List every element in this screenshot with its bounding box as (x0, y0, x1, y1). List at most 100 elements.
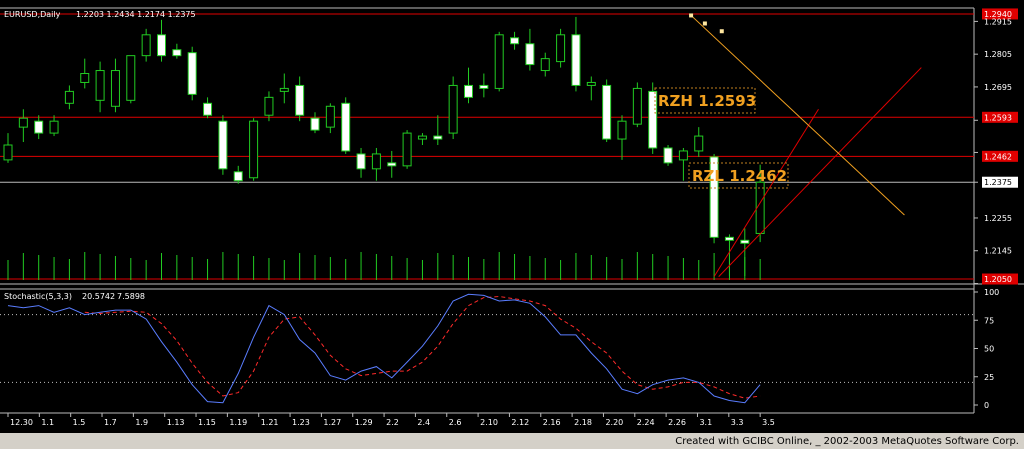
candle-body-14 (218, 120, 228, 170)
eurusd-chart: RZH 1.2593RZL 1.2462 1.29401.25931.24621… (0, 0, 1024, 449)
candle-39 (602, 79, 612, 143)
annotation-label-1: RZL 1.2462 (692, 167, 787, 185)
candle-41 (632, 82, 642, 128)
candle-body-24 (371, 153, 381, 170)
date-label-12: 2.2 (386, 418, 399, 427)
stochastic-tick-label-4: 0 (984, 401, 989, 410)
candle-body-40 (617, 120, 627, 140)
annotation-label-0: RZH 1.2593 (658, 92, 756, 110)
level-tag-label-1: 1.2593 (984, 113, 1012, 122)
candle-12 (187, 46, 197, 101)
stochastic-tick-label-0: 100 (984, 288, 999, 297)
candle-8 (126, 55, 136, 104)
candle-body-20 (310, 117, 320, 131)
candle-body-35 (540, 58, 550, 72)
date-label-16: 2.12 (511, 418, 529, 427)
candle-43 (663, 145, 673, 166)
level-tag-label-3: 1.2375 (984, 178, 1012, 187)
candle-body-7 (110, 70, 120, 107)
date-label-8: 1.21 (261, 418, 279, 427)
candle-body-3 (49, 120, 59, 134)
candle-body-39 (602, 84, 612, 140)
marker-point-2 (719, 29, 724, 34)
date-label-20: 2.24 (637, 418, 655, 427)
candle-body-21 (325, 105, 335, 128)
candle-body-26 (402, 132, 412, 167)
candle-body-30 (464, 84, 473, 98)
candle-body-6 (95, 70, 105, 101)
stochastic-title: Stochastic(5,3,3) (4, 292, 72, 301)
footer-credit: Created with GCIBC Online, _ 2002-2003 M… (675, 436, 1019, 447)
date-label-11: 1.29 (355, 418, 373, 427)
date-label-5: 1.13 (167, 418, 185, 427)
date-label-15: 2.10 (480, 418, 498, 427)
candle-body-34 (525, 43, 535, 66)
candle-body-37 (571, 34, 581, 86)
stochastic-d-value: 7.5898 (117, 292, 145, 301)
stochastic-tick-label-1: 75 (984, 316, 994, 325)
date-label-6: 1.15 (198, 418, 216, 427)
date-label-22: 3.1 (699, 418, 712, 427)
candle-body-8 (126, 55, 136, 101)
candle-body-19 (295, 84, 305, 116)
candle-body-23 (356, 153, 366, 170)
candle-body-10 (157, 34, 166, 57)
candle-body-43 (663, 147, 673, 164)
candle-14 (218, 115, 228, 175)
date-label-4: 1.9 (135, 418, 148, 427)
candle-26 (402, 130, 412, 169)
level-tag-label-4: 1.2050 (984, 275, 1012, 284)
candle-body-9 (141, 34, 151, 57)
price-tick-label-0: 1.2915 (984, 17, 1012, 26)
candle-22 (341, 97, 351, 154)
date-label-3: 1.7 (104, 418, 117, 427)
candle-body-16 (249, 120, 259, 179)
candle-16 (249, 118, 259, 181)
date-label-9: 1.23 (292, 418, 310, 427)
marker-point-0 (689, 13, 694, 18)
candle-body-15 (233, 171, 243, 182)
chart-title: EURUSD,Daily (4, 10, 61, 19)
date-label-21: 2.26 (668, 418, 686, 427)
candle-body-41 (632, 87, 642, 125)
candle-body-27 (417, 135, 427, 140)
date-label-0: 12.30 (10, 418, 33, 427)
candle-body-42 (648, 90, 658, 149)
candle-body-29 (448, 84, 458, 134)
date-label-24: 3.5 (762, 418, 775, 427)
candle-body-22 (341, 102, 351, 152)
candle-body-31 (479, 84, 489, 89)
candle-body-36 (556, 34, 566, 63)
candle-body-45 (694, 135, 704, 152)
candle-body-11 (172, 49, 182, 57)
candle-29 (448, 76, 458, 140)
date-label-17: 2.16 (543, 418, 561, 427)
date-label-13: 2.4 (417, 418, 430, 427)
candle-32 (494, 31, 504, 92)
candle-body-17 (264, 96, 274, 116)
candle-body-44 (678, 150, 688, 161)
date-label-10: 1.27 (323, 418, 341, 427)
price-tick-label-1: 1.2805 (984, 50, 1012, 59)
price-tick-label-2: 1.2695 (984, 83, 1012, 92)
candle-body-28 (433, 135, 443, 140)
candle-body-1 (18, 117, 28, 128)
stochastic-k-value: 20.5742 (82, 292, 115, 301)
candle-body-2 (34, 120, 44, 134)
stochastic-tick-label-3: 25 (984, 373, 994, 382)
candle-body-47 (724, 236, 734, 241)
candle-body-12 (187, 52, 197, 95)
level-tag-label-2: 1.2462 (984, 152, 1012, 161)
candle-body-48 (740, 239, 750, 244)
date-label-1: 1.1 (41, 418, 54, 427)
price-tick-label-7: 1.2145 (984, 247, 1012, 256)
candle-body-5 (80, 73, 90, 83)
candle-body-18 (279, 87, 289, 92)
candle-body-33 (510, 37, 520, 45)
ohlc-readout: 1.2203 1.2434 1.2174 1.2375 (76, 10, 196, 19)
date-label-7: 1.19 (229, 418, 247, 427)
date-label-18: 2.18 (574, 418, 592, 427)
candle-body-13 (203, 102, 213, 116)
candle-body-4 (64, 90, 74, 104)
date-label-14: 2.6 (449, 418, 462, 427)
